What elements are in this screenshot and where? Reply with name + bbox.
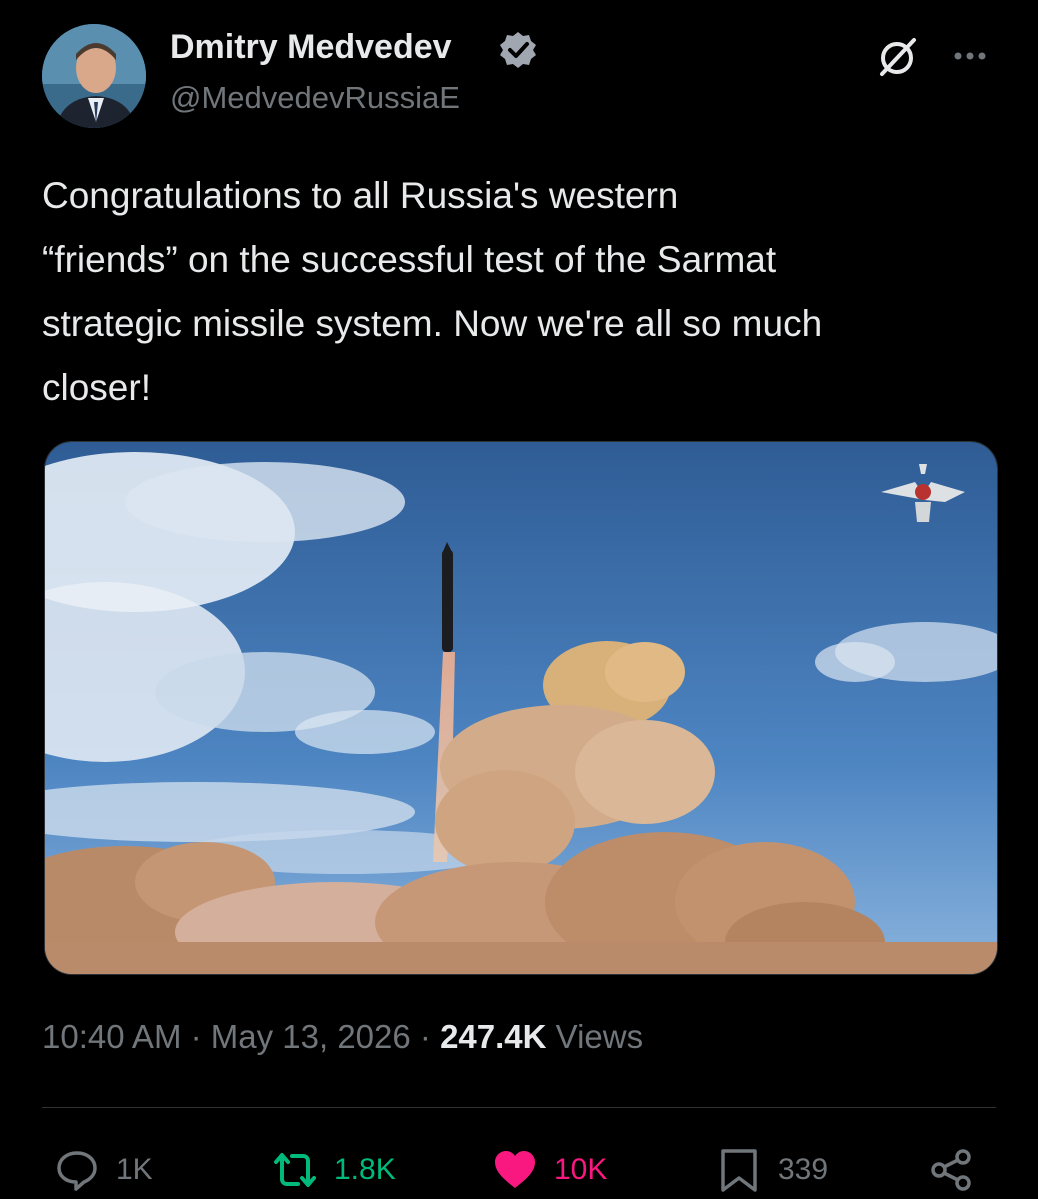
grok-icon[interactable]: [874, 32, 922, 80]
verified-badge-icon: [500, 32, 536, 68]
reply-icon: [57, 1151, 97, 1191]
bookmark-icon: [721, 1149, 757, 1192]
tweet-meta: 10:40 AM · May 13, 2026 · 247.4K Views: [42, 1018, 643, 1056]
like-button[interactable]: 10K: [492, 1144, 607, 1196]
tweet-time[interactable]: 10:40 AM: [42, 1018, 181, 1055]
meta-separator: ·: [181, 1018, 211, 1055]
share-button[interactable]: [928, 1144, 974, 1196]
author-handle[interactable]: @MedvedevRussiaE: [170, 80, 460, 116]
tweet-media-image[interactable]: [44, 441, 998, 975]
repost-icon: [274, 1153, 316, 1187]
tweet-date[interactable]: May 13, 2026: [211, 1018, 411, 1055]
heart-icon: [495, 1151, 535, 1188]
meta-separator: ·: [410, 1018, 441, 1055]
repost-count: 1.8K: [334, 1153, 396, 1186]
bookmark-button[interactable]: 339: [716, 1144, 828, 1196]
share-icon: [931, 1149, 971, 1191]
repost-button[interactable]: 1.8K: [272, 1144, 396, 1196]
like-count: 10K: [554, 1153, 608, 1186]
views-label: Views: [546, 1018, 644, 1055]
display-name[interactable]: Dmitry Medvedev: [170, 28, 452, 67]
reply-button[interactable]: 1K: [54, 1144, 153, 1196]
reply-count: 1K: [116, 1153, 153, 1186]
divider: [42, 1107, 996, 1108]
bookmark-count: 339: [778, 1153, 829, 1186]
tweet-header: Dmitry Medvedev @MedvedevRussiaE: [42, 24, 1002, 128]
more-dots-icon[interactable]: [946, 32, 994, 80]
views-count[interactable]: 247.4K: [440, 1018, 546, 1055]
avatar[interactable]: [42, 24, 146, 128]
tweet-text: Congratulations to all Russia's western …: [42, 175, 823, 408]
